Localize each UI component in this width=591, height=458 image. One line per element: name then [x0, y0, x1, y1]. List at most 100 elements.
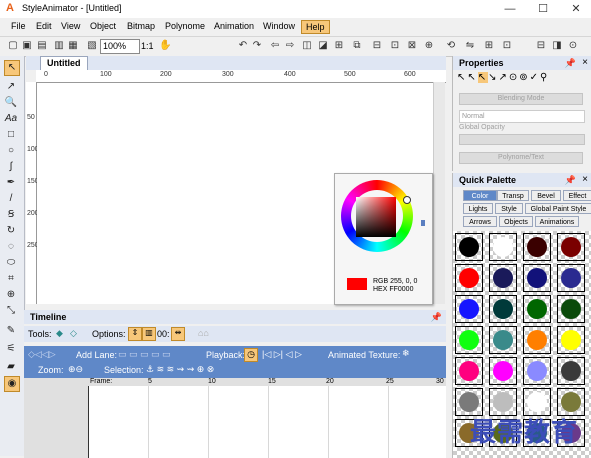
arrow-left-icon[interactable]: ⇦ [268, 39, 282, 53]
loop-icon[interactable]: ◷ [244, 348, 258, 362]
hand-tool-icon[interactable]: ✋ [158, 39, 172, 53]
tab-transp[interactable]: Transp [497, 190, 529, 201]
eyedropper-tool-icon[interactable]: ✎ [4, 324, 18, 338]
document-tab[interactable]: Untitled [40, 56, 88, 70]
color-swatch[interactable] [489, 295, 517, 323]
color-swatch[interactable] [557, 264, 585, 292]
onion-skin-icon[interactable]: ⇕ [128, 327, 142, 341]
magnify-tool-icon[interactable]: ⊕ [4, 288, 18, 302]
menu-object[interactable]: Object [87, 21, 119, 31]
print-icon[interactable]: ▧ [85, 39, 99, 53]
rectangle-tool-icon[interactable]: □ [4, 128, 18, 142]
saturation-value-square[interactable] [356, 197, 396, 237]
color-swatch[interactable] [557, 295, 585, 323]
color-swatch[interactable] [489, 357, 517, 385]
shape-tool-icon[interactable]: ⬭ [4, 256, 18, 270]
color-wheel-icon[interactable]: ◉ [4, 376, 20, 392]
bring-front-icon[interactable]: ⧉ [350, 39, 364, 53]
snap-icon[interactable]: ⊡ [500, 39, 514, 53]
tab-effect[interactable]: Effect [563, 190, 591, 201]
maximize-button[interactable]: ☐ [528, 1, 558, 17]
rotate-icon[interactable]: ⟲ [444, 39, 458, 53]
send-back-icon[interactable]: ⊟ [370, 39, 384, 53]
line-tool-icon[interactable]: / [4, 192, 18, 206]
color-swatch[interactable] [489, 233, 517, 261]
color-swatch[interactable] [455, 264, 483, 292]
picker-side-handle[interactable] [421, 220, 425, 226]
rotate-tool-icon[interactable]: ↻ [4, 224, 18, 238]
menu-view[interactable]: View [58, 21, 83, 31]
blending-mode-select[interactable]: Normal [459, 110, 585, 123]
save-icon[interactable]: ▣ [20, 39, 34, 53]
tween-tool-icon[interactable]: ◇ [70, 328, 77, 339]
tab-objects[interactable]: Objects [499, 216, 533, 227]
undo-icon[interactable]: ↶ [236, 39, 250, 53]
group-icon[interactable]: ◫ [300, 39, 314, 53]
color-swatch[interactable] [523, 233, 551, 261]
properties-tool-icons[interactable]: ↖↖↖↘↗⊙⊚✓⚲ [457, 72, 589, 86]
menu-edit[interactable]: Edit [33, 21, 55, 31]
lock-icon[interactable]: ⊕ [422, 39, 436, 53]
minimize-button[interactable]: — [495, 1, 525, 17]
color-swatch[interactable] [455, 233, 483, 261]
crop-tool-icon[interactable]: ⌗ [4, 272, 18, 286]
spiral-tool-icon[interactable]: Ꞩ [4, 208, 18, 222]
redo-icon[interactable]: ↷ [250, 39, 264, 53]
color-swatch[interactable] [557, 326, 585, 354]
text-tool-icon[interactable]: Aa [4, 112, 18, 126]
tab-color[interactable]: Color [463, 190, 497, 201]
hue-handle-icon[interactable] [403, 196, 411, 204]
layers-icon[interactable]: ⊟ [534, 39, 548, 53]
lasso-tool-icon[interactable]: ◌ [4, 240, 18, 254]
flip-icon[interactable]: ⊡ [388, 39, 402, 53]
actual-size-button[interactable]: 1:1 [141, 41, 154, 51]
color-swatch[interactable] [523, 357, 551, 385]
lane-nav-icon[interactable]: ◇◁◁▷ [28, 349, 56, 360]
info-icon[interactable]: ⊙ [566, 39, 580, 53]
color-swatch[interactable] [523, 295, 551, 323]
tab-style[interactable]: Style [495, 203, 523, 214]
tab-arrows[interactable]: Arrows [463, 216, 497, 227]
subselect-icon[interactable]: ↗ [4, 80, 18, 94]
color-swatch[interactable] [523, 264, 551, 292]
tab-lights[interactable]: Lights [463, 203, 493, 214]
pin-icon[interactable]: 📌 [431, 312, 442, 323]
zoom-tool-icon[interactable]: 🔍 [4, 96, 18, 110]
transform-tool-icon[interactable]: ⤡ [4, 304, 18, 318]
new-file-icon[interactable]: ▢ [6, 39, 20, 53]
color-swatch[interactable] [523, 326, 551, 354]
graph-icon[interactable]: ▥ [142, 327, 156, 341]
menu-bitmap[interactable]: Bitmap [124, 21, 158, 31]
color-swatch[interactable] [489, 264, 517, 292]
lock-lane-icon[interactable]: ⌂⌂ [198, 328, 209, 338]
menu-window[interactable]: Window [260, 21, 298, 31]
pin-icon[interactable]: 📌 [565, 175, 576, 186]
open-icon[interactable]: ▤ [35, 39, 49, 53]
export-icon[interactable]: ▦ [66, 39, 80, 53]
add-lane-icons[interactable]: ▭ ▭ ▭ ▭ ▭ [118, 349, 171, 360]
tab-global-paint-style[interactable]: Global Paint Style [525, 203, 591, 214]
panel-icon[interactable]: ◨ [550, 39, 564, 53]
close-panel-icon[interactable]: × [582, 57, 588, 68]
menu-polynome[interactable]: Polynome [162, 21, 208, 31]
menu-animation[interactable]: Animation [211, 21, 257, 31]
import-icon[interactable]: ▥ [52, 39, 66, 53]
canvas-vertical-scrollbar[interactable] [433, 82, 445, 304]
mirror-icon[interactable]: ⇋ [463, 39, 477, 53]
menu-help[interactable]: Help [301, 20, 330, 34]
curve-tool-icon[interactable]: ∫ [4, 160, 18, 174]
grid-icon[interactable]: ⊞ [482, 39, 496, 53]
selection-tools-icon[interactable]: ⚓ ≋ ≋ ⇝ ⇝ ⊕ ⊗ [146, 364, 214, 375]
frame-rate-icon[interactable]: ⇹ [171, 327, 185, 341]
brush-tool-icon[interactable]: ⚟ [4, 342, 18, 356]
zoom-select[interactable]: 100% [100, 39, 140, 54]
align-icon[interactable]: ⊞ [332, 39, 346, 53]
pen-tool-icon[interactable]: ✒ [4, 176, 18, 190]
color-swatch[interactable] [489, 326, 517, 354]
playback-controls-icon[interactable]: |◁ ▷| ◁ ▷ [262, 349, 302, 360]
arrow-right-icon[interactable]: ⇨ [283, 39, 297, 53]
close-button[interactable]: ✕ [561, 1, 591, 17]
texture-icon[interactable]: ❄ [402, 348, 410, 359]
frame-grid[interactable] [88, 386, 446, 458]
fill-tool-icon[interactable]: ▰ [4, 360, 18, 374]
